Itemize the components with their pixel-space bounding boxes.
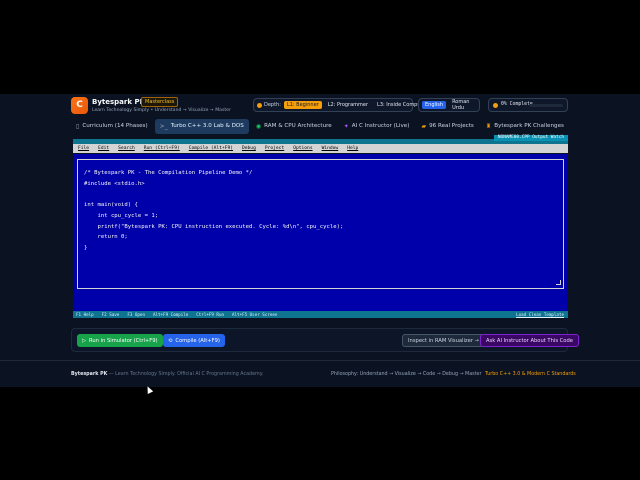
chip-icon: ◉ (255, 123, 262, 130)
menu-file[interactable]: File (78, 146, 89, 151)
header: C Bytespark PK Masterclass Learn Technol… (0, 94, 640, 118)
load-clean-template-link[interactable]: Load Clean Template (516, 312, 564, 317)
code-content[interactable]: /* Bytespark PK - The Compilation Pipeli… (84, 168, 343, 254)
progress-track (529, 104, 563, 107)
depth-label-text: Depth: (264, 102, 281, 108)
run-button-label: Run in Simulator (Ctrl+F9) (89, 337, 158, 344)
play-icon: ▷ (82, 337, 86, 344)
tab-projects[interactable]: ▰ 96 Real Projects (416, 119, 478, 134)
folder-icon: ▰ (421, 123, 427, 130)
tab-label: RAM & CPU Architecture (264, 123, 332, 129)
brand-tagline: Learn Technology Simply • Understand → V… (92, 108, 231, 113)
main-nav: ▯ Curriculum (14 Phases) >_ Turbo C++ 3.… (71, 119, 569, 134)
footer-brand: Bytespark PK (71, 372, 108, 377)
menu-debug[interactable]: Debug (242, 146, 256, 151)
editor-window-title: NONAME00.CPP Output Watch (493, 135, 568, 141)
menu-label: Help (347, 146, 359, 151)
compile-icon: ⟲ (168, 337, 173, 344)
footer-tagline: — Learn Technology Simply. Official AI C… (107, 372, 264, 377)
compile-button-label: Compile (Alt+F9) (175, 337, 220, 344)
run-simulator-button[interactable]: ▷ Run in Simulator (Ctrl+F9) (77, 334, 163, 347)
tab-label: Bytespark PK Challenges (494, 123, 564, 129)
code-editor-frame: /* Bytespark PK - The Compilation Pipeli… (77, 159, 564, 289)
menu-label: Options (293, 146, 313, 151)
menu-label: Project (264, 146, 285, 151)
status-user-screen[interactable]: Alt+F5 User Screen (232, 312, 277, 317)
menu-edit[interactable]: Edit (98, 146, 109, 151)
turbo-editor-window: NONAME00.CPP Output Watch File Edit Sear… (71, 135, 568, 320)
status-run[interactable]: Ctrl+F9 Run (196, 312, 224, 317)
mouse-cursor-icon (144, 385, 154, 394)
depth-icon (257, 102, 262, 108)
terminal-icon: >_ (159, 123, 168, 130)
ask-ai-button[interactable]: Ask AI Instructor About This Code (480, 334, 579, 347)
progress-indicator: 0% Complete (488, 98, 568, 112)
menu-options[interactable]: Options (293, 146, 312, 151)
depth-selector: Depth: L1: Beginner L2: Programmer L3: I… (253, 98, 428, 112)
tab-turbo-lab[interactable]: >_ Turbo C++ 3.0 Lab & DOS (154, 119, 249, 134)
status-open[interactable]: F3 Open (127, 312, 145, 317)
menu-project[interactable]: Project (265, 146, 284, 151)
code-editor[interactable]: /* Bytespark PK - The Compilation Pipeli… (73, 154, 568, 311)
masterclass-badge: Masterclass (141, 97, 179, 107)
brand-title: Bytespark PK (92, 98, 145, 106)
progress-label: 0% Complete (501, 102, 533, 107)
ai-icon: ✦ (343, 123, 349, 130)
compile-button[interactable]: ⟲ Compile (Alt+F9) (163, 334, 225, 347)
tab-challenges[interactable]: ♜ Bytespark PK Challenges (481, 119, 569, 134)
language-option-english[interactable]: English (422, 101, 447, 109)
menu-label: Debug (242, 146, 256, 151)
language-option-roman-urdu[interactable]: Roman Urdu (449, 98, 476, 112)
menu-search[interactable]: Search (118, 146, 135, 151)
tab-label: Turbo C++ 3.0 Lab & DOS (170, 123, 244, 129)
brand-logo[interactable]: C (71, 97, 88, 114)
menu-label: Window (321, 146, 339, 151)
depth-option-beginner[interactable]: L1: Beginner (283, 101, 322, 109)
menu-compile[interactable]: Compile (Alt+F9) (189, 146, 233, 151)
menu-label: File (78, 146, 90, 151)
status-compile[interactable]: Alt+F9 Compile (153, 312, 188, 317)
tab-label: 96 Real Projects (429, 123, 474, 129)
tab-label: AI C Instructor (Live) (351, 123, 410, 129)
resize-corner-icon[interactable] (556, 280, 561, 285)
footer-divider (0, 360, 640, 361)
menu-label: Search (118, 146, 135, 151)
tab-curriculum[interactable]: ▯ Curriculum (14 Phases) (71, 119, 153, 134)
menu-help[interactable]: Help (347, 146, 358, 151)
app-shell: C Bytespark PK Masterclass Learn Technol… (0, 94, 640, 394)
inspect-ram-button[interactable]: Inspect in RAM Visualizer → (402, 334, 485, 347)
menu-label: Compile (Alt+F9) (188, 146, 233, 151)
status-save[interactable]: F2 Save (102, 312, 120, 317)
tab-ai-instructor[interactable]: ✦ AI C Instructor (Live) (339, 119, 415, 134)
footer-left: Bytespark PK — Learn Technology Simply. … (71, 372, 263, 377)
menu-window[interactable]: Window (322, 146, 339, 151)
menu-label: Run (Ctrl+F9) (143, 146, 180, 151)
menu-run[interactable]: Run (Ctrl+F9) (144, 146, 180, 151)
tab-ram-cpu[interactable]: ◉ RAM & CPU Architecture (251, 119, 337, 134)
menu-label: Edit (98, 146, 110, 151)
editor-menu-bar: File Edit Search Run (Ctrl+F9) Compile (… (73, 144, 568, 153)
progress-icon (493, 103, 498, 108)
footer-philosophy: Philosophy: Understand → Visualize → Cod… (331, 372, 482, 377)
status-help[interactable]: F1 Help (76, 312, 94, 317)
depth-label: Depth: (257, 102, 281, 108)
language-selector: English Roman Urdu (418, 98, 480, 112)
trophy-icon: ♜ (485, 123, 492, 130)
action-bar: ▷ Run in Simulator (Ctrl+F9) ⟲ Compile (… (71, 328, 579, 352)
footer-standards: Turbo C++ 3.0 & Modern C Standards (485, 372, 576, 377)
book-icon: ▯ (76, 123, 80, 130)
tab-label: Curriculum (14 Phases) (82, 123, 148, 129)
depth-option-programmer[interactable]: L2: Programmer (325, 101, 371, 109)
editor-status-bar: F1 Help F2 Save F3 Open Alt+F9 Compile C… (73, 311, 568, 318)
